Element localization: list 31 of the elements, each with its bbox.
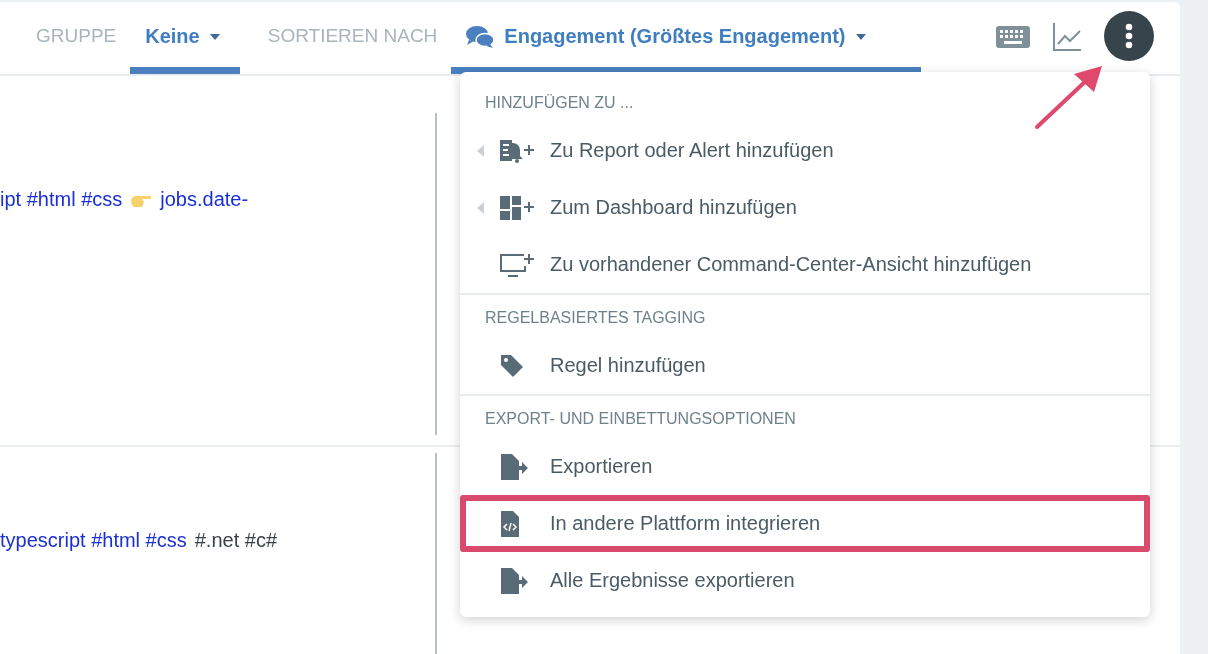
tag-icon — [500, 353, 524, 378]
sort-label: SORTIEREN NACH — [267, 25, 438, 47]
keyboard-icon[interactable] — [996, 25, 1030, 51]
menu-item[interactable]: Regel hinzufügen — [460, 337, 1150, 394]
section-header: EXPORT- UND EINBETTUNGSOPTIONEN — [485, 409, 796, 429]
group-label: GRUPPE — [36, 25, 117, 47]
menu-item[interactable]: Zu vorhandener Command-Center-Ansicht hinzufügen — [460, 236, 1150, 293]
more-options-button[interactable] — [1104, 11, 1154, 61]
caret-icon — [209, 33, 220, 40]
dashboard-plus-icon — [500, 195, 536, 220]
group-dropdown[interactable]: Keine — [130, 6, 240, 74]
menu-item[interactable]: Zu Report oder Alert hinzufügen — [460, 122, 1150, 179]
post-text: #.net #c# — [194, 529, 278, 552]
section-header: REGELBASIERTES TAGGING — [485, 308, 706, 328]
caret-icon — [855, 33, 866, 40]
menu-item[interactable]: Exportieren — [460, 438, 1150, 495]
file-export-icon — [500, 453, 528, 480]
menu-item[interactable]: In andere Plattform integrieren — [460, 495, 1150, 552]
hashtag-text[interactable]: jobs.date- — [160, 188, 249, 211]
hashtag-text[interactable]: typescript #html #css — [0, 529, 187, 552]
bell-plus-icon — [500, 138, 536, 163]
chat-bubbles-icon — [466, 24, 495, 49]
hashtag-text[interactable]: ipt #html #css — [0, 188, 123, 211]
menu-item[interactable]: Alle Ergebnisse exportieren — [460, 552, 1150, 609]
monitor-plus-icon — [500, 251, 536, 278]
file-export-icon — [500, 567, 528, 594]
section-header: HINZUFÜGEN ZU ... — [485, 93, 634, 113]
menu-item[interactable]: Zum Dashboard hinzufügen — [460, 179, 1150, 236]
code-file-icon — [500, 510, 520, 537]
vertical-dots-icon — [1125, 23, 1133, 49]
pointing-hand-icon — [130, 194, 153, 208]
